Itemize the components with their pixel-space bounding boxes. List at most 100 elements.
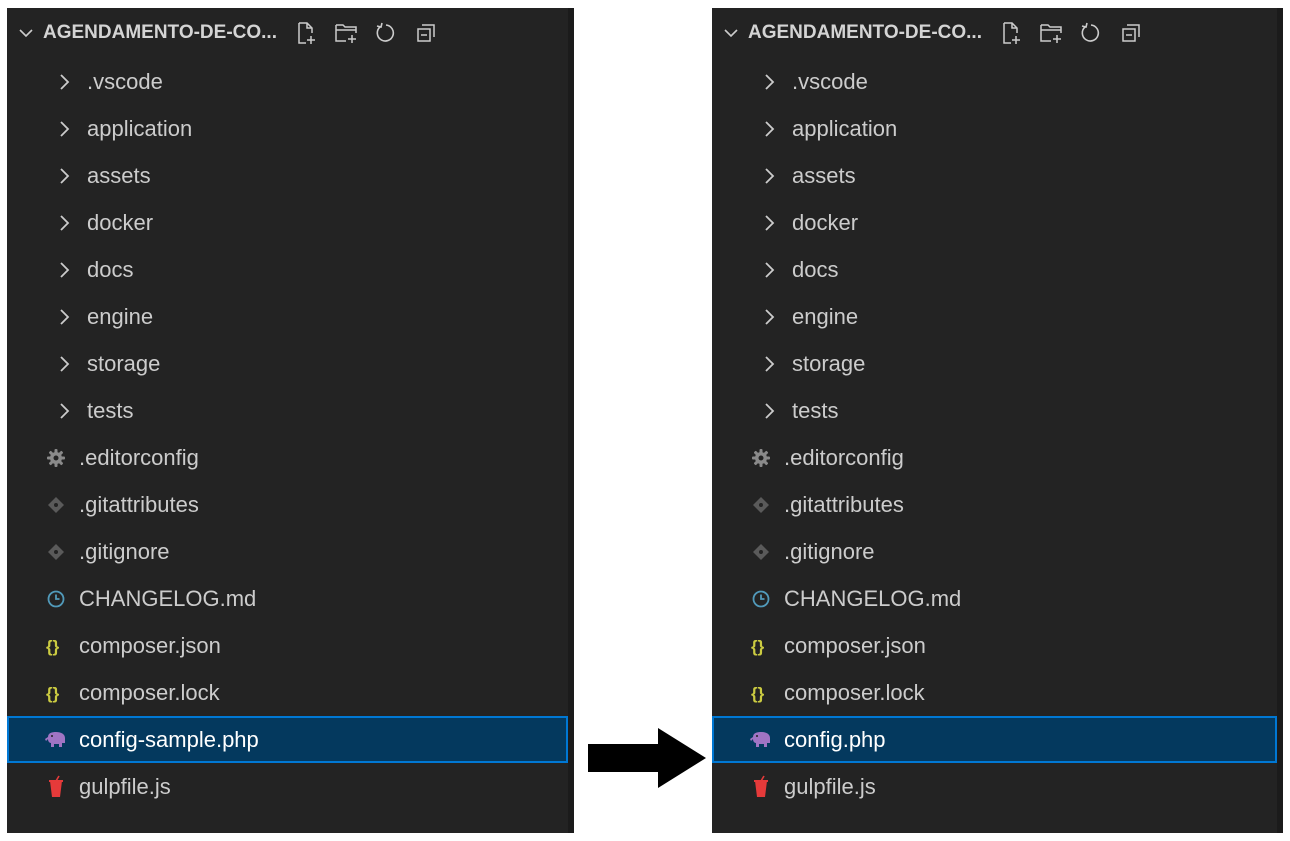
file-item-composer-lock[interactable]: {} composer.lock [712,669,1277,716]
item-label: CHANGELOG.md [79,585,257,611]
item-label: composer.json [784,632,926,658]
file-item-composer-lock[interactable]: {} composer.lock [7,669,568,716]
item-label: application [792,115,898,141]
folder-item-docker[interactable]: docker [712,199,1277,246]
explorer-panel-before: AGENDAMENTO-DE-CO... .vscode application a… [7,8,574,833]
php-elephant-icon [748,731,774,749]
item-label: gulpfile.js [79,773,171,799]
folder-item-assets[interactable]: assets [712,152,1277,199]
clock-icon [43,589,69,609]
file-item-gulpfile-js[interactable]: gulpfile.js [7,763,568,810]
file-item-config-php[interactable]: config.php [712,716,1277,763]
item-label: tests [87,397,134,423]
file-item-gitignore[interactable]: .gitignore [712,528,1277,575]
chevron-right-icon [758,402,782,420]
gear-icon [748,448,774,468]
file-item-composer-json[interactable]: {} composer.json [712,622,1277,669]
collapse-all-icon[interactable] [1116,18,1146,48]
new-file-icon[interactable] [996,18,1026,48]
folder-item-docs[interactable]: docs [7,246,568,293]
git-icon [43,542,69,562]
chevron-right-icon [53,355,77,373]
folder-item-vscode[interactable]: .vscode [712,58,1277,105]
file-item-gitattributes[interactable]: .gitattributes [712,481,1277,528]
item-label: gulpfile.js [784,773,876,799]
file-item-changelog-md[interactable]: CHANGELOG.md [7,575,568,622]
item-label: config-sample.php [79,726,259,752]
new-folder-icon[interactable] [331,18,361,48]
item-label: .vscode [87,68,163,94]
chevron-right-icon [53,167,77,185]
file-item-changelog-md[interactable]: CHANGELOG.md [712,575,1277,622]
folder-item-tests[interactable]: tests [712,387,1277,434]
file-item-editorconfig[interactable]: .editorconfig [712,434,1277,481]
item-label: .gitignore [784,538,875,564]
folder-item-vscode[interactable]: .vscode [7,58,568,105]
braces-icon: {} [748,683,774,703]
chevron-down-icon[interactable] [15,22,37,44]
svg-text:{}: {} [46,684,60,703]
php-elephant-icon [43,731,69,749]
chevron-right-icon [758,73,782,91]
collapse-all-icon[interactable] [411,18,441,48]
chevron-right-icon [758,308,782,326]
item-label: docker [792,209,859,235]
file-item-gitattributes[interactable]: .gitattributes [7,481,568,528]
item-label: docs [792,256,839,282]
chevron-right-icon [758,261,782,279]
git-icon [43,495,69,515]
chevron-right-icon [53,308,77,326]
svg-text:{}: {} [751,637,765,656]
file-item-gulpfile-js[interactable]: gulpfile.js [712,763,1277,810]
item-label: .gitattributes [784,491,904,517]
chevron-right-icon [53,73,77,91]
item-label: assets [792,162,856,188]
folder-item-application[interactable]: application [7,105,568,152]
item-label: .gitignore [79,538,170,564]
item-label: storage [792,350,866,376]
braces-icon: {} [748,636,774,656]
explorer-actions [996,18,1156,48]
folder-item-engine[interactable]: engine [712,293,1277,340]
folder-item-storage[interactable]: storage [7,340,568,387]
explorer-panel-after: AGENDAMENTO-DE-CO... .vscode application a… [712,8,1283,833]
project-title[interactable]: AGENDAMENTO-DE-CO... [43,22,277,44]
gear-icon [43,448,69,468]
folder-item-docker[interactable]: docker [7,199,568,246]
new-file-icon[interactable] [291,18,321,48]
new-folder-icon[interactable] [1036,18,1066,48]
item-label: engine [87,303,154,329]
folder-item-docs[interactable]: docs [712,246,1277,293]
item-label: config.php [784,726,886,752]
item-label: .vscode [792,68,868,94]
chevron-right-icon [758,355,782,373]
explorer-header: AGENDAMENTO-DE-CO... [712,8,1283,58]
file-tree: .vscode application assets docker docs engine… [712,58,1277,810]
chevron-down-icon[interactable] [720,22,742,44]
item-label: application [87,115,193,141]
item-label: docs [87,256,134,282]
chevron-right-icon [758,167,782,185]
refresh-icon[interactable] [1076,18,1106,48]
file-tree: .vscode application assets docker docs engine… [7,58,568,810]
folder-item-engine[interactable]: engine [7,293,568,340]
folder-item-tests[interactable]: tests [7,387,568,434]
file-item-editorconfig[interactable]: .editorconfig [7,434,568,481]
braces-icon: {} [43,683,69,703]
git-icon [748,542,774,562]
file-item-config-sample-php[interactable]: config-sample.php [7,716,568,763]
item-label: assets [87,162,151,188]
file-item-gitignore[interactable]: .gitignore [7,528,568,575]
folder-item-application[interactable]: application [712,105,1277,152]
chevron-right-icon [53,402,77,420]
refresh-icon[interactable] [371,18,401,48]
chevron-right-icon [758,120,782,138]
panel-divider [1277,8,1283,833]
item-label: composer.json [79,632,221,658]
folder-item-storage[interactable]: storage [712,340,1277,387]
file-item-composer-json[interactable]: {} composer.json [7,622,568,669]
explorer-header: AGENDAMENTO-DE-CO... [7,8,574,58]
folder-item-assets[interactable]: assets [7,152,568,199]
project-title[interactable]: AGENDAMENTO-DE-CO... [748,22,982,44]
item-label: .editorconfig [784,444,904,470]
